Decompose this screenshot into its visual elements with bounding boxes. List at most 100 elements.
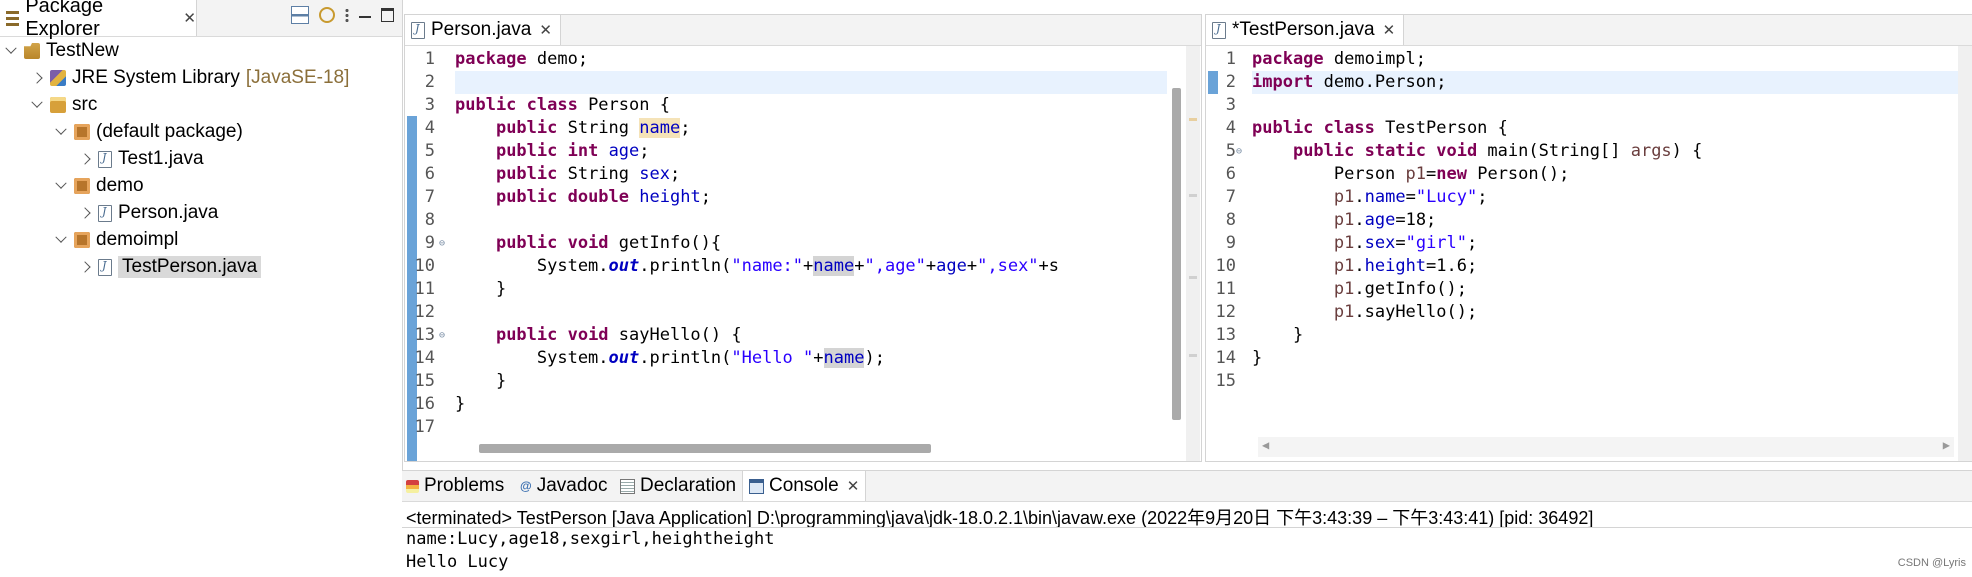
overview-ruler[interactable] [1958,46,1972,461]
code-line: 4 public String name; [424,118,691,138]
expand-arrow-icon[interactable] [54,125,68,139]
java-file-icon [1212,21,1226,39]
code-area[interactable]: 1 package demo; 2 3 public class Person { … [405,46,1201,461]
code-line: 2 import demo.Person; [1206,71,1972,94]
code-line: 3 public class Person { [424,95,670,115]
code-line: 1 package demoimpl; [1225,49,1427,69]
tree-item-label: demoimpl [96,229,179,250]
code-line: 15 } [414,371,507,391]
tree-item-testnew[interactable]: TestNew [4,38,119,64]
tab-label: Console [769,475,839,496]
tab-person-java[interactable]: Person.java ✕ [405,15,561,45]
code-line: 13 ⊖ public void sayHello() { [414,324,742,347]
tree-item-suffix: [JavaSE-18] [245,67,350,88]
tab-testperson-java[interactable]: *TestPerson.java ✕ [1206,15,1405,45]
overview-ruler[interactable] [1186,46,1200,461]
watermark: CSDN @Lyris [1897,557,1966,569]
code-line: 2 [405,71,1201,94]
fold-icon[interactable]: ⊖ [1236,140,1242,163]
fold-icon[interactable]: ⊖ [439,324,445,347]
tree-item-demoimpl[interactable]: demoimpl [54,227,178,253]
tree-item-label: JRE System Library [72,67,240,88]
code-line: 11 p1.getInfo(); [1215,279,1467,299]
tab-javadoc[interactable]: @ Javadoc [520,471,607,501]
console-divider [402,527,1972,528]
tree-item-demo[interactable]: demo [54,173,144,199]
close-icon[interactable]: ✕ [539,21,552,39]
tree-item-src[interactable]: src [30,92,97,118]
tree-item-test1-java[interactable]: Test1.java [78,146,204,172]
package-explorer-panel: Package Explorer ✕ TestNew JRE System Li… [0,0,403,576]
expand-arrow-icon[interactable] [54,233,68,247]
code-area[interactable]: 1 package demoimpl; 2 import demo.Person; … [1206,46,1972,461]
explorer-toolbar [291,6,394,24]
code-line: 4 public class TestPerson { [1225,118,1508,138]
tree-item-default-package[interactable]: (default package) [54,119,243,145]
code-line: 13 } [1215,325,1304,345]
code-line: 7 public double height; [424,187,711,207]
java-file-icon [98,258,112,276]
package-explorer-tab[interactable]: Package Explorer ✕ [0,0,197,40]
tree-item-person-java[interactable]: Person.java [78,200,218,226]
editor-testperson-java: *TestPerson.java ✕ 1package demoimpl; 2i… [1205,14,1972,462]
tab-label: Javadoc [536,475,608,496]
code-line: 6 public String sex; [424,164,681,184]
package-explorer-title: Package Explorer [25,0,104,40]
code-line: 9 p1.sex="girl"; [1225,233,1478,253]
link-with-editor-icon[interactable] [319,7,335,23]
view-menu-icon[interactable] [345,7,349,23]
tree-item-label: TestNew [46,40,119,61]
tab-declaration[interactable]: Declaration [620,471,736,501]
code-line: 16} [414,394,466,414]
editor-tab-label: *TestPerson.java [1232,19,1375,40]
code-line: 12 p1.sayHello(); [1215,302,1478,322]
code-line: 5 ⊖ public static void main(String[] args… [1225,140,1703,163]
expand-arrow-icon[interactable] [30,98,44,112]
code-line: 8 [424,210,435,230]
tree-item-jre-library[interactable]: JRE System Library [JavaSE-18] [30,65,349,91]
collapse-arrow-icon[interactable] [30,71,44,85]
collapse-arrow-icon[interactable] [78,260,92,274]
code-line: 14 System.out.println("Hello "+name); [414,348,885,368]
close-icon[interactable]: ✕ [1383,21,1396,39]
expand-arrow-icon[interactable] [4,44,18,58]
close-icon[interactable]: ✕ [183,9,196,27]
declaration-icon [620,478,635,494]
package-explorer-tabbar: Package Explorer ✕ [0,0,402,40]
scroll-left-icon[interactable]: ◀ [1262,438,1269,452]
horizontal-scrollbar[interactable] [479,444,931,453]
package-icon [74,232,90,248]
java-file-icon [98,204,112,222]
tree-item-label: src [72,94,98,115]
problems-icon [406,479,419,493]
console-panel: Problems @ Javadoc Declaration Console ✕… [402,470,1972,577]
source-folder-icon [50,97,66,113]
editor-tab-label: Person.java [431,19,532,40]
close-icon[interactable]: ✕ [847,477,860,495]
expand-arrow-icon[interactable] [54,179,68,193]
tree-item-testperson-java[interactable]: TestPerson.java [78,254,262,280]
tab-label: Problems [424,475,505,496]
maximize-icon[interactable] [381,8,394,22]
editor-tabbar: *TestPerson.java ✕ [1206,15,1972,46]
code-line: 7 p1.name="Lucy"; [1225,187,1488,207]
minimize-icon[interactable] [359,16,371,18]
editor-tabbar: Person.java ✕ [405,15,1201,46]
tree-item-label-selected: TestPerson.java [118,256,262,278]
tree-item-label: (default package) [96,121,243,142]
code-line: 3 [1225,95,1236,115]
code-line: 1 package demo; [424,49,589,69]
collapse-all-icon[interactable] [291,6,309,24]
collapse-arrow-icon[interactable] [78,206,92,220]
tab-problems[interactable]: Problems [406,471,504,501]
bottom-tabbar: Problems @ Javadoc Declaration Console ✕ [402,471,1972,502]
package-explorer-icon [6,10,20,26]
vertical-scrollbar[interactable] [1172,88,1181,420]
code-line: 10 System.out.println("name:"+name+",age… [414,256,1060,276]
fold-icon[interactable]: ⊖ [439,232,445,255]
scroll-right-icon[interactable]: ▶ [1943,438,1950,452]
horizontal-scrollbar-track[interactable]: ◀ ▶ [1258,437,1954,457]
tab-console[interactable]: Console ✕ [742,471,867,501]
collapse-arrow-icon[interactable] [78,152,92,166]
javadoc-icon: @ [520,479,532,493]
